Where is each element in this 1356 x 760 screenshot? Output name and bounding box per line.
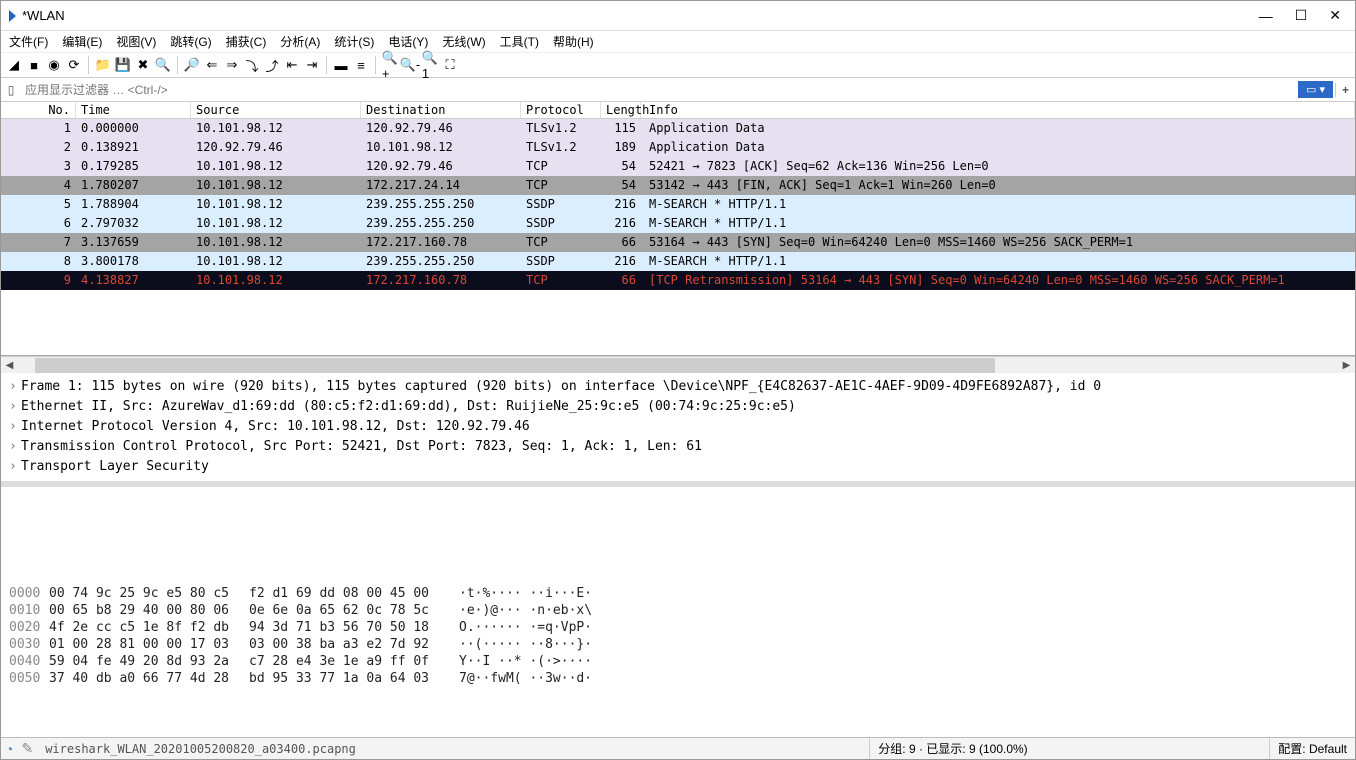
main-toolbar: ◢■◉⟳ 📁💾✖🔍 🔎⇐⇒⤵⤴⇤⇥ ▬≡ 🔍+🔍-🔍1⛶ <box>1 52 1355 78</box>
toolbar-button-0[interactable]: ◢ <box>5 56 23 74</box>
toolbar-button-12[interactable]: ⇒ <box>223 56 241 74</box>
menu-item-3[interactable]: 跳转(G) <box>170 33 211 50</box>
window-title: *WLAN <box>22 8 1259 23</box>
menu-item-8[interactable]: 无线(W) <box>442 33 485 50</box>
menu-item-2[interactable]: 视图(V) <box>116 33 156 50</box>
filter-apply-button[interactable]: ▭ ▾ <box>1298 81 1333 98</box>
packet-row[interactable]: 20.138921120.92.79.4610.101.98.12TLSv1.2… <box>1 138 1355 157</box>
bytes-row[interactable]: 00204f 2e cc c5 1e 8f f2 db94 3d 71 b3 5… <box>9 619 1347 636</box>
detail-tree-item[interactable]: ›Ethernet II, Src: AzureWav_d1:69:dd (80… <box>9 397 1347 417</box>
packet-row[interactable]: 51.78890410.101.98.12239.255.255.250SSDP… <box>1 195 1355 214</box>
menu-item-1[interactable]: 编辑(E) <box>62 33 102 50</box>
toolbar-button-19[interactable]: ≡ <box>352 56 370 74</box>
toolbar-button-14[interactable]: ⤴ <box>263 56 281 74</box>
column-length[interactable]: Length <box>601 102 641 118</box>
close-button[interactable]: ✕ <box>1329 7 1341 24</box>
menu-item-6[interactable]: 统计(S) <box>334 33 374 50</box>
toolbar-button-10[interactable]: 🔎 <box>183 56 201 74</box>
bytes-row[interactable]: 003001 00 28 81 00 00 17 0303 00 38 ba a… <box>9 636 1347 653</box>
packet-details-pane[interactable]: ›Frame 1: 115 bytes on wire (920 bits), … <box>1 373 1355 487</box>
toolbar-button-2[interactable]: ◉ <box>45 56 63 74</box>
packet-bytes-pane[interactable]: 000000 74 9c 25 9c e5 80 c5f2 d1 69 dd 0… <box>1 581 1355 737</box>
menu-bar: 文件(F) 编辑(E) 视图(V) 跳转(G) 捕获(C) 分析(A) 统计(S) 电话(Y)… <box>1 31 1355 52</box>
toolbar-button-6[interactable]: 💾 <box>114 56 132 74</box>
app-icon <box>9 10 16 22</box>
filter-add-button[interactable]: + <box>1335 83 1355 97</box>
packet-row[interactable]: 62.79703210.101.98.12239.255.255.250SSDP… <box>1 214 1355 233</box>
toolbar-button-13[interactable]: ⤵ <box>243 56 261 74</box>
toolbar-button-5[interactable]: 📁 <box>94 56 112 74</box>
bytes-row[interactable]: 005037 40 db a0 66 77 4d 28bd 95 33 77 1… <box>9 670 1347 687</box>
packet-row[interactable]: 83.80017810.101.98.12239.255.255.250SSDP… <box>1 252 1355 271</box>
toolbar-separator <box>88 56 89 74</box>
menu-item-0[interactable]: 文件(F) <box>9 33 48 50</box>
filter-bookmark-icon[interactable]: ▯ <box>1 83 21 97</box>
display-filter-input[interactable] <box>21 80 1298 100</box>
detail-tree-item[interactable]: ›Transport Layer Security <box>9 457 1347 477</box>
packet-list-header[interactable]: No. Time Source Destination Protocol Len… <box>1 102 1355 119</box>
column-source[interactable]: Source <box>191 102 361 118</box>
detail-tree-item[interactable]: ›Internet Protocol Version 4, Src: 10.10… <box>9 417 1347 437</box>
menu-item-7[interactable]: 电话(Y) <box>388 33 428 50</box>
toolbar-separator <box>375 56 376 74</box>
expert-info-icon[interactable]: ◔ <box>1 741 17 757</box>
packet-list-pane: No. Time Source Destination Protocol Len… <box>1 102 1355 356</box>
toolbar-button-24[interactable]: ⛶ <box>441 56 459 74</box>
toolbar-button-3[interactable]: ⟳ <box>65 56 83 74</box>
column-destination[interactable]: Destination <box>361 102 521 118</box>
toolbar-button-22[interactable]: 🔍- <box>401 56 419 74</box>
packet-row[interactable]: 41.78020710.101.98.12172.217.24.14TCP545… <box>1 176 1355 195</box>
toolbar-button-18[interactable]: ▬ <box>332 56 350 74</box>
packet-row[interactable]: 30.17928510.101.98.12120.92.79.46TCP5452… <box>1 157 1355 176</box>
column-no[interactable]: No. <box>1 102 76 118</box>
toolbar-button-1[interactable]: ■ <box>25 56 43 74</box>
toolbar-separator <box>326 56 327 74</box>
menu-item-9[interactable]: 工具(T) <box>500 33 539 50</box>
maximize-button[interactable]: ☐ <box>1295 7 1308 24</box>
minimize-button[interactable]: — <box>1259 8 1273 24</box>
menu-item-4[interactable]: 捕获(C) <box>226 33 267 50</box>
detail-tree-item[interactable]: ›Frame 1: 115 bytes on wire (920 bits), … <box>9 377 1347 397</box>
column-time[interactable]: Time <box>76 102 191 118</box>
menu-item-5[interactable]: 分析(A) <box>280 33 320 50</box>
column-protocol[interactable]: Protocol <box>521 102 601 118</box>
toolbar-separator <box>177 56 178 74</box>
toolbar-button-23[interactable]: 🔍1 <box>421 56 439 74</box>
column-info[interactable]: Info <box>641 102 1355 118</box>
toolbar-button-16[interactable]: ⇥ <box>303 56 321 74</box>
toolbar-button-8[interactable]: 🔍 <box>154 56 172 74</box>
packet-row[interactable]: 94.13882710.101.98.12172.217.160.78TCP66… <box>1 271 1355 290</box>
status-packets: 分组: 9 · 已显示: 9 (100.0%) <box>870 738 1270 759</box>
packet-row[interactable]: 73.13765910.101.98.12172.217.160.78TCP66… <box>1 233 1355 252</box>
status-file: wireshark_WLAN_20201005200820_a03400.pca… <box>37 738 870 759</box>
bytes-row[interactable]: 004059 04 fe 49 20 8d 93 2ac7 28 e4 3e 1… <box>9 653 1347 670</box>
display-filter-bar: ▯ ▭ ▾ + <box>1 78 1355 102</box>
toolbar-button-7[interactable]: ✖ <box>134 56 152 74</box>
status-profile[interactable]: 配置: Default <box>1270 738 1355 759</box>
toolbar-button-21[interactable]: 🔍+ <box>381 56 399 74</box>
title-bar: *WLAN — ☐ ✕ <box>1 1 1355 31</box>
toolbar-button-11[interactable]: ⇐ <box>203 56 221 74</box>
menu-item-10[interactable]: 帮助(H) <box>553 33 594 50</box>
capture-file-icon[interactable]: ✎ <box>17 740 37 757</box>
detail-tree-item[interactable]: ›Transmission Control Protocol, Src Port… <box>9 437 1347 457</box>
bytes-row[interactable]: 000000 74 9c 25 9c e5 80 c5f2 d1 69 dd 0… <box>9 585 1347 602</box>
bytes-row[interactable]: 001000 65 b8 29 40 00 80 060e 6e 0a 65 6… <box>9 602 1347 619</box>
packet-list-hscroll[interactable]: ◀▶ <box>1 356 1355 373</box>
status-bar: ◔ ✎ wireshark_WLAN_20201005200820_a03400… <box>1 737 1355 759</box>
toolbar-button-15[interactable]: ⇤ <box>283 56 301 74</box>
packet-row[interactable]: 10.00000010.101.98.12120.92.79.46TLSv1.2… <box>1 119 1355 138</box>
